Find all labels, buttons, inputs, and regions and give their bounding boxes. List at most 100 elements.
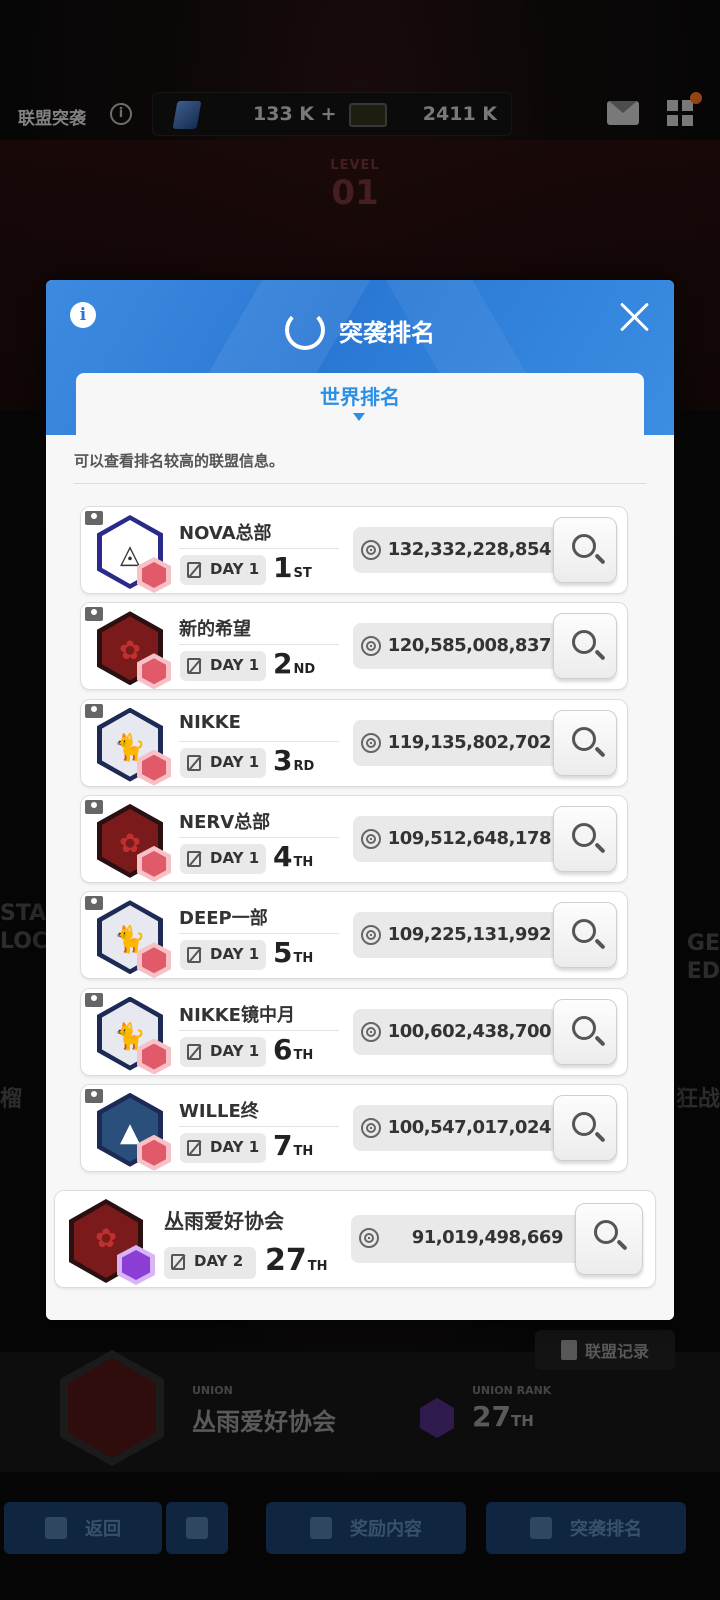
swap-icon: [187, 1043, 201, 1060]
damage-score: 119,135,802,702: [387, 731, 552, 753]
crosshair-icon: [361, 636, 381, 657]
view-union-button[interactable]: [575, 1203, 643, 1275]
laurel-icon: [285, 310, 325, 350]
swap-icon: [187, 658, 201, 675]
rank-value: 1: [273, 551, 293, 584]
day-badge: DAY 1: [180, 747, 266, 778]
view-union-button[interactable]: [553, 613, 617, 680]
day-label: DAY 1: [210, 848, 260, 867]
ranking-row[interactable]: ◬ NOVA总部 DAY 1 1ST 132,332,228,854: [80, 506, 628, 594]
damage-score: 109,512,648,178: [387, 827, 552, 849]
leader-icon: [85, 607, 103, 622]
magnifier-icon: [572, 630, 596, 655]
swap-icon: [187, 562, 201, 578]
leader-icon: [85, 703, 103, 718]
rank-value: 6: [273, 1032, 293, 1066]
union-name: DEEP一部: [179, 908, 268, 930]
divider: [179, 1125, 339, 1127]
ranking-row[interactable]: ✿ NERV总部 DAY 1 4TH 109,512,648,178: [80, 794, 628, 883]
crosshair-icon: [361, 732, 381, 753]
caret-down-icon: [353, 413, 365, 421]
crosshair-icon: [361, 925, 381, 946]
leader-icon: [85, 896, 103, 911]
rank-suffix: TH: [293, 951, 314, 967]
divider: [179, 644, 339, 646]
score-box: 120,585,008,837: [353, 623, 571, 670]
rank-number: 1ST: [273, 551, 312, 584]
damage-score: 100,602,438,700: [387, 1020, 552, 1042]
divider: [179, 933, 339, 935]
day-badge: DAY 1: [180, 555, 266, 585]
swap-icon: [187, 754, 201, 771]
damage-score: 109,225,131,992: [387, 924, 552, 946]
magnifier-icon: [572, 1111, 596, 1136]
divider: [74, 483, 646, 484]
union-name: 丛雨爱好协会: [164, 1209, 284, 1233]
rank-value: 3: [273, 743, 293, 777]
crosshair-icon: [361, 540, 381, 560]
score-box: 109,225,131,992: [353, 912, 571, 959]
score-box: 119,135,802,702: [353, 719, 571, 766]
rank-suffix: TH: [293, 854, 314, 870]
day-label: DAY 1: [210, 752, 260, 771]
ranking-row[interactable]: 🐈 DEEP一部 DAY 1 5TH 109,225,131,992: [80, 891, 628, 980]
swap-icon: [187, 850, 201, 867]
rank-suffix: TH: [293, 1143, 314, 1159]
rank-number: 5TH: [273, 936, 313, 969]
day-label: DAY 1: [210, 560, 260, 578]
magnifier-icon: [572, 534, 596, 558]
damage-score: 91,019,498,669: [411, 1227, 564, 1248]
rank-number: 27TH: [265, 1243, 328, 1278]
rank-number: 6TH: [273, 1033, 313, 1066]
crosshair-icon: [361, 828, 381, 849]
view-union-button[interactable]: [553, 1094, 617, 1161]
rank-suffix: RD: [293, 758, 315, 774]
day-label: DAY 2: [194, 1252, 244, 1270]
rank-value: 27: [265, 1243, 307, 1278]
view-union-button[interactable]: [553, 517, 617, 583]
day-badge: DAY 1: [180, 843, 266, 874]
magnifier-icon: [572, 1015, 596, 1040]
leader-icon: [85, 511, 103, 525]
rank-suffix: TH: [293, 1047, 314, 1063]
view-union-button[interactable]: [553, 998, 617, 1065]
ranking-row[interactable]: ✿ 新的希望 DAY 1 2ND 120,585,008,837: [80, 602, 628, 691]
crosshair-icon: [359, 1228, 379, 1248]
tab-world-ranking[interactable]: 世界排名: [76, 373, 644, 443]
rank-suffix: TH: [307, 1259, 328, 1274]
magnifier-icon: [572, 726, 596, 751]
divider: [179, 548, 339, 549]
divider: [179, 740, 339, 742]
close-icon[interactable]: [618, 300, 650, 332]
damage-score: 100,547,017,024: [387, 1116, 552, 1138]
magnifier-icon: [572, 822, 596, 847]
view-union-button[interactable]: [553, 805, 617, 872]
day-label: DAY 1: [210, 945, 260, 964]
score-box: 100,547,017,024: [353, 1104, 571, 1151]
divider: [179, 1029, 339, 1031]
swap-icon: [187, 1139, 201, 1156]
swap-icon: [187, 947, 201, 964]
magnifier-icon: [594, 1220, 618, 1244]
score-box: 109,512,648,178: [353, 815, 571, 862]
rank-value: 7: [273, 1128, 293, 1162]
rank-suffix: ND: [293, 662, 316, 678]
day-badge: DAY 1: [180, 940, 266, 971]
union-name: NIKKE镜中月: [179, 1004, 295, 1026]
crosshair-icon: [361, 1117, 381, 1138]
damage-score: 120,585,008,837: [387, 635, 552, 657]
view-union-button[interactable]: [553, 709, 617, 776]
ranking-row[interactable]: 🐈 NIKKE DAY 1 3RD 119,135,802,702: [80, 698, 628, 787]
rank-number: 3RD: [273, 744, 314, 777]
ranking-row[interactable]: 🐈 NIKKE镜中月 DAY 1 6TH 100,602,438,700: [80, 987, 628, 1076]
my-union-row[interactable]: ✿ 丛雨爱好协会 DAY 2 27TH 91,019,498,669: [54, 1190, 656, 1288]
modal-title-group: 突袭排名: [46, 310, 674, 350]
score-box: 91,019,498,669: [351, 1215, 583, 1263]
score-box: 100,602,438,700: [353, 1008, 571, 1055]
ranking-row[interactable]: ▲ WILLE终 DAY 1 7TH 100,547,017,024: [80, 1083, 628, 1172]
view-union-button[interactable]: [553, 902, 617, 969]
leader-icon: [85, 992, 103, 1007]
day-label: DAY 1: [210, 1041, 260, 1060]
day-label: DAY 1: [210, 656, 260, 675]
divider: [179, 836, 339, 838]
